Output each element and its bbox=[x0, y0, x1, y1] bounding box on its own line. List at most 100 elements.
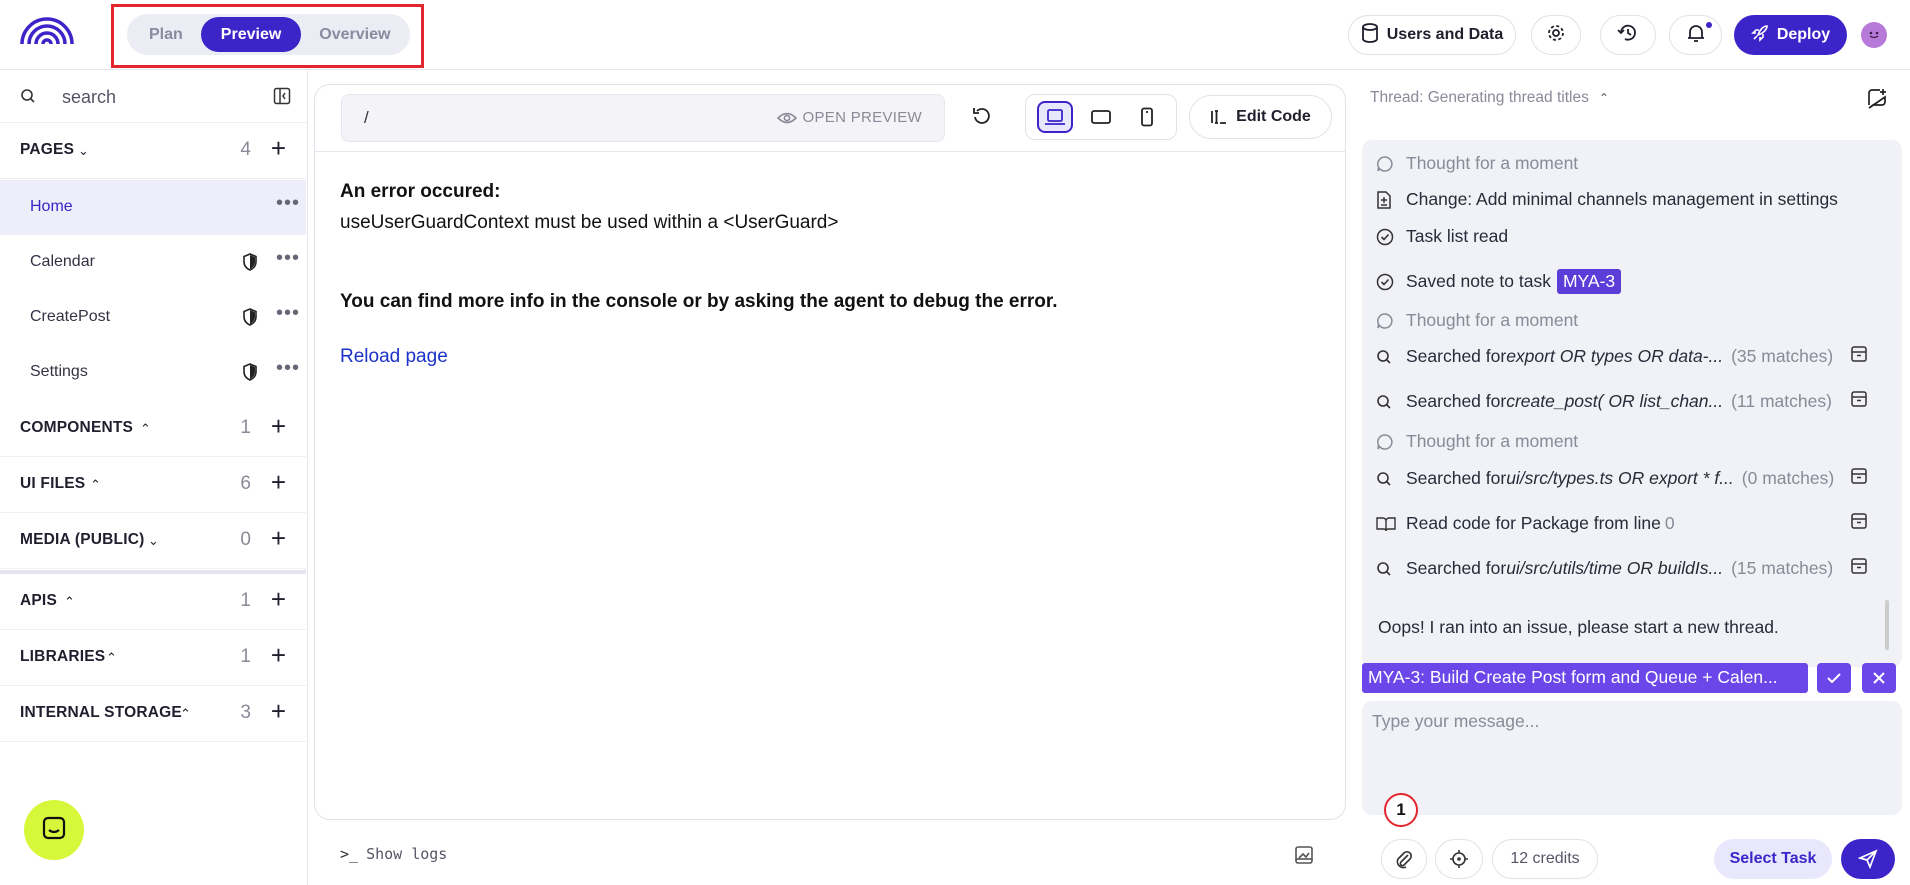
more-options-icon[interactable]: ••• bbox=[276, 192, 300, 215]
add-media-button[interactable]: + bbox=[271, 525, 286, 551]
preview-path[interactable]: / bbox=[364, 108, 369, 128]
chevron-up-icon: ⌃ bbox=[90, 477, 101, 492]
apis-section[interactable]: APIS ⌃ 1 + bbox=[0, 574, 306, 630]
target-button[interactable] bbox=[1435, 839, 1483, 879]
section-count: 1 bbox=[240, 417, 251, 438]
message-text: Change: Add minimal channels management … bbox=[1406, 189, 1838, 209]
internal-storage-section[interactable]: INTERNAL STORAGE ⌃ 3 + bbox=[0, 686, 306, 742]
message-prefix: Searched for bbox=[1406, 468, 1507, 488]
list-item[interactable]: Searched for ui/src/types.ts OR export *… bbox=[1376, 468, 1888, 489]
add-page-button[interactable]: + bbox=[271, 135, 286, 161]
add-api-button[interactable]: + bbox=[271, 586, 286, 612]
task-chip[interactable]: MYA-3: Build Create Post form and Queue … bbox=[1362, 663, 1808, 693]
thread-selector[interactable]: Thread: Generating thread titles ⌃ bbox=[1370, 89, 1609, 107]
confirm-task-button[interactable] bbox=[1817, 663, 1851, 693]
thread-title: Thread: Generating thread titles bbox=[1370, 89, 1589, 106]
avatar[interactable] bbox=[1861, 22, 1887, 48]
more-options-icon[interactable]: ••• bbox=[276, 357, 300, 380]
tab-overview[interactable]: Overview bbox=[301, 17, 408, 52]
sidebar-item-home[interactable]: Home ••• bbox=[0, 180, 306, 235]
chevron-up-icon: ⌃ bbox=[64, 594, 75, 609]
sidebar-item-calendar[interactable]: Calendar ••• bbox=[0, 235, 306, 290]
new-thread-icon[interactable] bbox=[1866, 87, 1888, 114]
tablet-view-button[interactable] bbox=[1083, 101, 1119, 133]
attach-button[interactable] bbox=[1381, 839, 1427, 879]
rocket-icon bbox=[1750, 24, 1769, 47]
archive-icon[interactable] bbox=[1850, 345, 1868, 368]
more-options-icon[interactable]: ••• bbox=[276, 247, 300, 270]
mobile-view-button[interactable] bbox=[1129, 101, 1165, 133]
message-text: Thought for a moment bbox=[1406, 310, 1579, 330]
section-title: APIS bbox=[20, 592, 57, 609]
tab-plan[interactable]: Plan bbox=[131, 17, 201, 52]
scrollbar[interactable] bbox=[1885, 600, 1889, 650]
select-task-button[interactable]: Select Task bbox=[1714, 839, 1832, 879]
help-chat-button[interactable] bbox=[24, 800, 84, 860]
edit-code-label: Edit Code bbox=[1236, 108, 1311, 125]
tab-preview[interactable]: Preview bbox=[200, 17, 302, 52]
message-input[interactable]: Type your message... bbox=[1372, 711, 1539, 732]
chevron-down-icon: ⌄ bbox=[78, 143, 89, 158]
ui-files-section[interactable]: UI FILES ⌃ 6 + bbox=[0, 457, 306, 513]
libraries-section[interactable]: LIBRARIES ⌃ 1 + bbox=[0, 630, 306, 686]
show-logs-button[interactable]: >_ Show logs bbox=[340, 845, 447, 863]
logo-icon[interactable] bbox=[18, 14, 76, 48]
list-item[interactable]: Change: Add minimal channels management … bbox=[1376, 189, 1838, 210]
message-composer[interactable]: Type your message... bbox=[1362, 701, 1902, 815]
phone-icon bbox=[1141, 107, 1153, 127]
message-prefix: Searched for bbox=[1406, 558, 1507, 578]
paperclip-icon bbox=[1396, 850, 1413, 869]
add-storage-button[interactable]: + bbox=[271, 698, 286, 724]
archive-icon[interactable] bbox=[1850, 557, 1868, 580]
refresh-icon[interactable] bbox=[972, 106, 992, 131]
archive-icon[interactable] bbox=[1850, 390, 1868, 413]
reload-page-link[interactable]: Reload page bbox=[340, 346, 448, 368]
sidebar-item-label: Calendar bbox=[30, 253, 95, 270]
expand-logs-icon[interactable] bbox=[1294, 845, 1314, 870]
users-and-data-button[interactable]: Users and Data bbox=[1348, 15, 1516, 55]
error-message: useUserGuardContext must be used within … bbox=[340, 212, 839, 233]
add-ui-file-button[interactable]: + bbox=[271, 469, 286, 495]
search-input[interactable]: search bbox=[62, 87, 116, 108]
settings-button[interactable] bbox=[1531, 15, 1581, 55]
check-circle-icon bbox=[1376, 273, 1398, 291]
list-item[interactable]: Saved note to task MYA-3 bbox=[1376, 269, 1622, 294]
shield-icon bbox=[242, 253, 258, 276]
dismiss-task-button[interactable] bbox=[1862, 663, 1896, 693]
list-item[interactable]: Searched for export OR types OR data-...… bbox=[1376, 346, 1888, 367]
open-preview-button[interactable]: OPEN PREVIEW bbox=[776, 109, 922, 126]
sidebar-item-settings[interactable]: Settings ••• bbox=[0, 345, 306, 400]
add-library-button[interactable]: + bbox=[271, 642, 286, 668]
send-icon bbox=[1858, 849, 1878, 869]
send-button[interactable] bbox=[1841, 839, 1895, 879]
search-bar[interactable]: search bbox=[0, 71, 308, 123]
search-icon bbox=[1376, 394, 1398, 410]
section-title: LIBRARIES bbox=[20, 648, 106, 665]
deploy-button[interactable]: Deploy bbox=[1734, 15, 1847, 55]
list-item[interactable]: Searched for create_post( OR list_chan..… bbox=[1376, 391, 1888, 412]
pages-section[interactable]: PAGES ⌄ 4 + bbox=[0, 123, 306, 179]
device-switcher bbox=[1025, 94, 1177, 140]
list-item[interactable]: Read code for Package from line 0 bbox=[1376, 513, 1888, 534]
edit-code-button[interactable]: Edit Code bbox=[1189, 95, 1332, 139]
media-section[interactable]: MEDIA (PUBLIC) ⌄ 0 + bbox=[0, 513, 306, 569]
shield-icon bbox=[242, 308, 258, 331]
preview-url-bar[interactable]: / OPEN PREVIEW bbox=[341, 94, 945, 142]
collapse-sidebar-icon[interactable] bbox=[273, 87, 291, 110]
history-button[interactable] bbox=[1600, 15, 1656, 55]
add-component-button[interactable]: + bbox=[271, 413, 286, 439]
message-text: Saved note to task bbox=[1406, 271, 1551, 291]
section-title: UI FILES bbox=[20, 475, 86, 492]
notifications-button[interactable] bbox=[1669, 15, 1722, 55]
message-log: Thought for a moment Change: Add minimal… bbox=[1362, 140, 1902, 667]
list-item[interactable]: Searched for ui/src/utils/time OR buildI… bbox=[1376, 558, 1888, 579]
components-section[interactable]: COMPONENTS ⌃ 1 + bbox=[0, 401, 306, 457]
task-tag[interactable]: MYA-3 bbox=[1556, 269, 1622, 294]
archive-icon[interactable] bbox=[1850, 512, 1868, 535]
desktop-view-button[interactable] bbox=[1037, 101, 1073, 133]
archive-icon[interactable] bbox=[1850, 467, 1868, 490]
list-item[interactable]: Task list read bbox=[1376, 226, 1508, 247]
open-preview-label: OPEN PREVIEW bbox=[802, 109, 922, 126]
sidebar-item-createpost[interactable]: CreatePost ••• bbox=[0, 290, 306, 345]
more-options-icon[interactable]: ••• bbox=[276, 302, 300, 325]
